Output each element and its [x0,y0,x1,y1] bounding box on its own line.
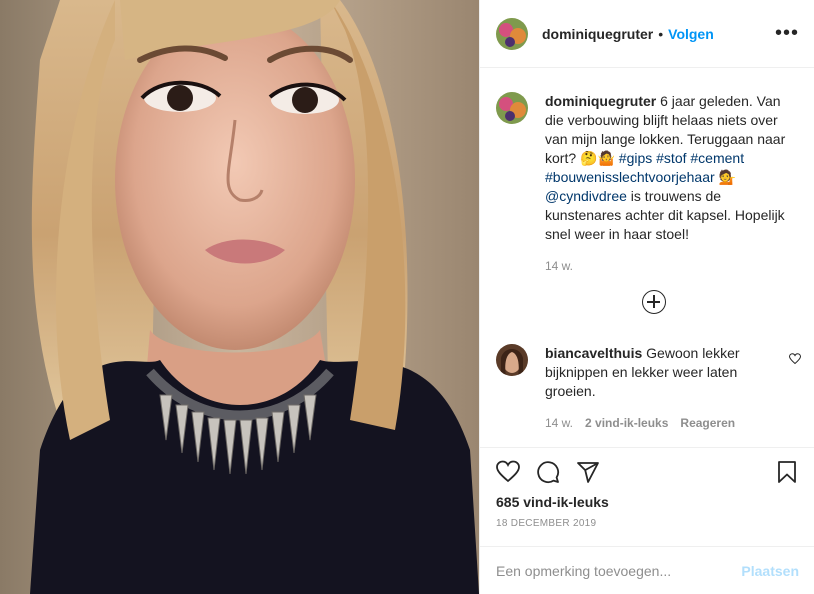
likes-count[interactable]: 685 vind-ik-leuks [496,494,609,510]
comment-item: biancavelthuis Gewoon lekker bijknippen … [496,344,802,433]
add-comment-bar: Plaatsen [480,546,814,594]
comment-icon[interactable] [536,460,560,487]
more-options-icon[interactable]: ••• [775,23,799,43]
comment-meta: 14 w. 2 vind-ik-leuks Reageren [545,414,771,433]
reply-button[interactable]: Reageren [680,414,735,433]
header-separator: • [658,25,664,42]
post-photo-image [0,0,479,594]
action-icons [496,460,600,487]
author-username[interactable]: dominiquegruter [542,26,653,42]
hashtag-stof[interactable]: #stof [656,150,686,166]
commenter-username[interactable]: biancavelthuis [545,345,642,361]
caption-timestamp[interactable]: 14 w. [545,257,801,276]
post-date[interactable]: 18 DECEMBER 2019 [496,518,596,529]
comment-input[interactable] [496,562,742,579]
share-icon[interactable] [576,460,600,487]
comment-likes-count[interactable]: 2 vind-ik-leuks [585,414,668,433]
caption-username[interactable]: dominiquegruter [545,93,656,109]
commenter-avatar[interactable] [496,344,528,376]
post-actions: 685 vind-ik-leuks 18 DECEMBER 2019 [480,447,814,547]
load-more-comments-icon[interactable] [642,290,666,314]
follow-button[interactable]: Volgen [668,26,714,42]
hashtag-cement[interactable]: #cement [690,150,744,166]
heart-icon[interactable] [496,460,520,487]
caption-emoji: 💁 [714,169,736,185]
post-comment-button[interactable]: Plaatsen [741,563,799,579]
comment-like-heart-icon[interactable] [788,352,802,368]
caption-avatar[interactable] [496,92,528,124]
comment-timestamp[interactable]: 14 w. [545,414,573,433]
hashtag-gips[interactable]: #gips [619,150,652,166]
post-panel: dominiquegruter • Volgen ••• dominiquegr… [479,0,814,594]
caption-text: dominiquegruter 6 jaar geleden. Van die … [545,92,801,276]
hashtag-bouwenisslechtvoorjehaar[interactable]: #bouwenisslechtvoorjehaar [545,169,715,185]
comment-body: biancavelthuis Gewoon lekker bijknippen … [545,344,771,433]
author-avatar[interactable] [496,17,528,50]
post-photo[interactable] [0,0,479,594]
mention-cyndivdree[interactable]: @cyndivdree [545,188,627,204]
bookmark-icon[interactable] [775,460,799,487]
post-caption: dominiquegruter 6 jaar geleden. Van die … [496,92,801,276]
post-header: dominiquegruter • Volgen ••• [480,0,814,68]
